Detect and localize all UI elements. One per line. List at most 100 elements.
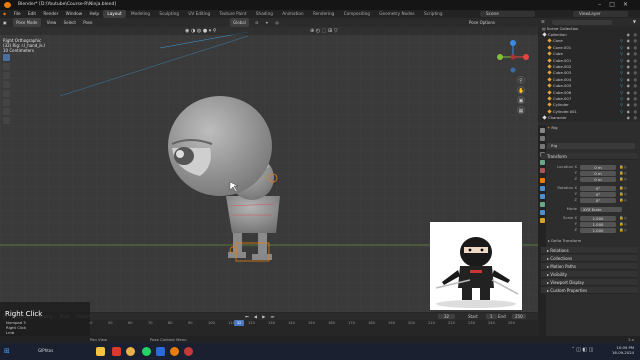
annotate-tool-icon[interactable] (3, 108, 10, 115)
outliner-editor-icon[interactable]: ☰ (538, 19, 548, 24)
tray-icons[interactable]: ˄ ◫ ◧ ◫ (572, 347, 593, 353)
render-visibility-icon[interactable]: ◉ (627, 96, 630, 102)
select-tool-icon[interactable] (3, 54, 10, 61)
collections-section[interactable]: ▸ Collections (541, 255, 638, 262)
editor-type-icon[interactable]: ▣ (0, 18, 10, 27)
view-layer-selector[interactable]: ViewLayer (573, 11, 628, 17)
location-x-field[interactable]: 0 m (580, 164, 616, 170)
whatsapp-icon[interactable] (142, 347, 151, 356)
output-tab-icon[interactable] (540, 144, 545, 149)
eye-icon[interactable]: ◎ (634, 77, 637, 83)
orientation-dropdown[interactable]: Global (230, 18, 249, 27)
render-visibility-icon[interactable]: ◉ (627, 109, 630, 115)
render-visibility-icon[interactable]: ◉ (627, 90, 630, 96)
render-visibility-icon[interactable]: ◉ (627, 70, 630, 76)
tab-compositing[interactable]: Compositing (340, 10, 374, 18)
scene-tab-icon[interactable] (540, 160, 545, 165)
timeline-ruler[interactable]: 40 50 60 70 80 90 100 110 120 130 140 150 160 170 180 1… (88, 320, 538, 326)
render-tab-icon[interactable] (540, 136, 545, 141)
shading-icons[interactable]: ◉ ◑ ◍ ● ▾ ⚲ (185, 28, 217, 34)
viewport-display-section[interactable]: ▸ Viewport Display (541, 279, 638, 286)
app-icon-circle-red[interactable] (184, 347, 193, 356)
outliner-search-input[interactable] (552, 19, 612, 25)
render-visibility-icon[interactable]: ◉ (627, 83, 630, 89)
render-visibility-icon[interactable]: ◉ (627, 45, 630, 51)
physics-tab-icon[interactable] (540, 194, 545, 199)
menu-help[interactable]: Help (87, 10, 103, 18)
eye-icon[interactable]: ◎ (634, 109, 637, 115)
chrome-icon[interactable] (126, 347, 135, 356)
tab-shading[interactable]: Shading (252, 10, 277, 18)
outliner-item[interactable]: Cone ▽ ◉ ◎ (538, 38, 640, 44)
snap-icon[interactable]: ⌖ (263, 18, 271, 27)
keyframe-icon[interactable]: 🔒◇ (619, 176, 627, 182)
tab-geometry-nodes[interactable]: Geometry Nodes (375, 10, 418, 18)
outliner-item[interactable]: Cylinder.001 ▽ ◉ ◎ (538, 109, 640, 115)
relations-section[interactable]: ▸ Relations (541, 247, 638, 254)
move-tool-icon[interactable] (3, 72, 10, 79)
render-visibility-icon[interactable]: ◉ (627, 102, 630, 108)
outliner-item[interactable]: Cube.001 ▽ ◉ ◎ (538, 58, 640, 64)
tab-scripting[interactable]: Scripting (420, 10, 447, 18)
tab-texture-paint[interactable]: Texture Paint (216, 10, 251, 18)
outliner-item[interactable]: Cone.001 ▽ ◉ ◎ (538, 45, 640, 51)
pan-hand-icon[interactable]: ✋ (517, 86, 525, 94)
outliner-item[interactable]: Cube.003 ▽ ◉ ◎ (538, 70, 640, 76)
rotate-tool-icon[interactable] (3, 81, 10, 88)
render-visibility-icon[interactable]: ◉ (627, 77, 630, 83)
scale-tool-icon[interactable] (3, 90, 10, 97)
rotation-x-field[interactable]: 0° (580, 185, 616, 191)
outliner-item[interactable]: Cube.007 ▽ ◉ ◎ (538, 96, 640, 102)
tab-layout[interactable]: Layout (103, 10, 126, 18)
outliner-item[interactable]: Cube.004 ▽ ◉ ◎ (538, 77, 640, 83)
scale-y-field[interactable]: 1.000 (580, 221, 616, 227)
rotation-mode-dropdown[interactable]: XYZ Euler (580, 206, 622, 212)
eye-icon[interactable]: ◎ (634, 64, 637, 70)
measure-tool-icon[interactable] (3, 117, 10, 124)
mode-dropdown[interactable]: Pose Mode (13, 18, 41, 27)
render-visibility-icon[interactable]: ◉ (627, 115, 630, 121)
visibility-section[interactable]: ▸ Visibility (541, 271, 638, 278)
proportional-icon[interactable]: ◎ (272, 18, 282, 27)
motion-paths-section[interactable]: ▸ Motion Paths (541, 263, 638, 270)
menu-file[interactable]: File (11, 10, 24, 18)
eye-icon[interactable]: ◎ (634, 51, 637, 57)
app-icon-blue[interactable] (156, 347, 165, 356)
tab-animation[interactable]: Animation (278, 10, 307, 18)
transform-tool-icon[interactable] (3, 99, 10, 106)
render-visibility-icon[interactable]: ◉ (627, 58, 630, 64)
eye-icon[interactable]: ◎ (634, 58, 637, 64)
bone-tab-icon[interactable] (540, 218, 545, 223)
file-explorer-icon[interactable] (96, 347, 105, 356)
current-frame-field[interactable]: 32 (438, 314, 456, 319)
scale-x-field[interactable]: 1.000 (580, 215, 616, 221)
playback-controls[interactable]: ⏮ ◀ ▶ ⏭ (245, 313, 276, 320)
app-icon-red[interactable] (112, 347, 121, 356)
custom-properties-section[interactable]: ▸ Custom Properties (541, 287, 638, 294)
tab-sculpting[interactable]: Sculpting (155, 10, 183, 18)
render-visibility-icon[interactable]: ◉ (627, 38, 630, 44)
constraint-tab-icon[interactable] (540, 202, 545, 207)
eye-icon[interactable]: ◎ (634, 102, 637, 108)
clock[interactable]: 10:09 PM 16-09-2024 (612, 345, 634, 355)
eye-icon[interactable]: ◎ (634, 45, 637, 51)
navigation-gizmo[interactable] (496, 40, 530, 74)
tab-rendering[interactable]: Rendering (309, 10, 338, 18)
outliner-item[interactable]: Character ◉ ◎ (538, 115, 640, 121)
blender-menu-icon[interactable]: ◆ (0, 10, 9, 18)
start-menu-icon[interactable]: ⊞ (4, 347, 10, 355)
delta-transform-subpanel[interactable]: ▸ Delta Transform (548, 238, 581, 243)
outliner-item[interactable]: Cube.006 ▽ ◉ ◎ (538, 90, 640, 96)
pivot-icon[interactable]: ⊙ (252, 18, 261, 27)
cursor-tool-icon[interactable] (3, 63, 10, 70)
data-tab-icon[interactable] (540, 210, 545, 215)
taskbar-weather[interactable]: GIPhtos (38, 348, 53, 353)
render-visibility-icon[interactable]: ◉ (627, 32, 630, 38)
keyframe-icon[interactable]: 🔒◇ (619, 197, 627, 203)
eye-icon[interactable]: ◎ (634, 90, 637, 96)
tab-uv-editing[interactable]: UV Editing (184, 10, 214, 18)
modifier-tab-icon[interactable] (540, 186, 545, 191)
perspective-toggle-icon[interactable]: ▦ (517, 106, 525, 114)
outliner-item[interactable]: Cylinder ▽ ◉ ◎ (538, 102, 640, 108)
filter-icon[interactable]: ▼ (633, 18, 636, 26)
